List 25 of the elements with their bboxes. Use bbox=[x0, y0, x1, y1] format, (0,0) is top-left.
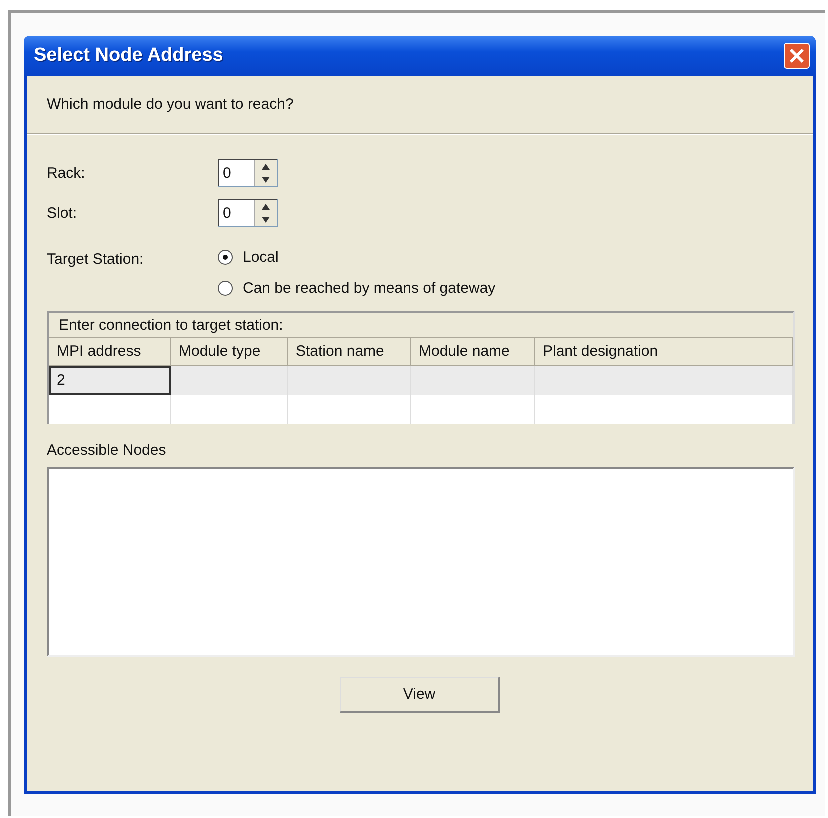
window-title: Select Node Address bbox=[34, 45, 224, 67]
close-button[interactable] bbox=[784, 43, 810, 69]
column-header[interactable]: Module name bbox=[411, 338, 535, 366]
target-station-label: Target Station: bbox=[47, 250, 145, 270]
column-header[interactable]: MPI address bbox=[49, 338, 171, 366]
accessible-nodes-list[interactable] bbox=[47, 467, 795, 657]
down-arrow-icon[interactable] bbox=[261, 176, 271, 184]
field-label: Slot: bbox=[47, 204, 78, 222]
table-caption: Enter connection to target station: bbox=[49, 313, 793, 338]
down-arrow-icon[interactable] bbox=[261, 216, 271, 224]
up-arrow-icon[interactable] bbox=[261, 202, 271, 210]
column-header[interactable]: Module type bbox=[171, 338, 288, 366]
up-arrow-icon[interactable] bbox=[261, 162, 271, 170]
column-header[interactable]: Plant designation bbox=[535, 338, 793, 366]
close-icon bbox=[788, 47, 806, 65]
column-header[interactable]: Station name bbox=[288, 338, 411, 366]
spin-field[interactable]: 0 bbox=[218, 199, 278, 227]
field-label: Rack: bbox=[47, 164, 86, 182]
radio-option[interactable]: Can be reached by means of gateway bbox=[218, 280, 496, 297]
view-button[interactable]: View bbox=[340, 677, 500, 713]
radio-option[interactable]: Local bbox=[218, 249, 496, 266]
prompt-text: Which module do you want to reach? bbox=[47, 96, 295, 113]
spin-field[interactable]: 0 bbox=[218, 159, 278, 187]
accessible-nodes-label: Accessible Nodes bbox=[47, 442, 168, 459]
table-cell[interactable]: 2 bbox=[49, 366, 171, 395]
